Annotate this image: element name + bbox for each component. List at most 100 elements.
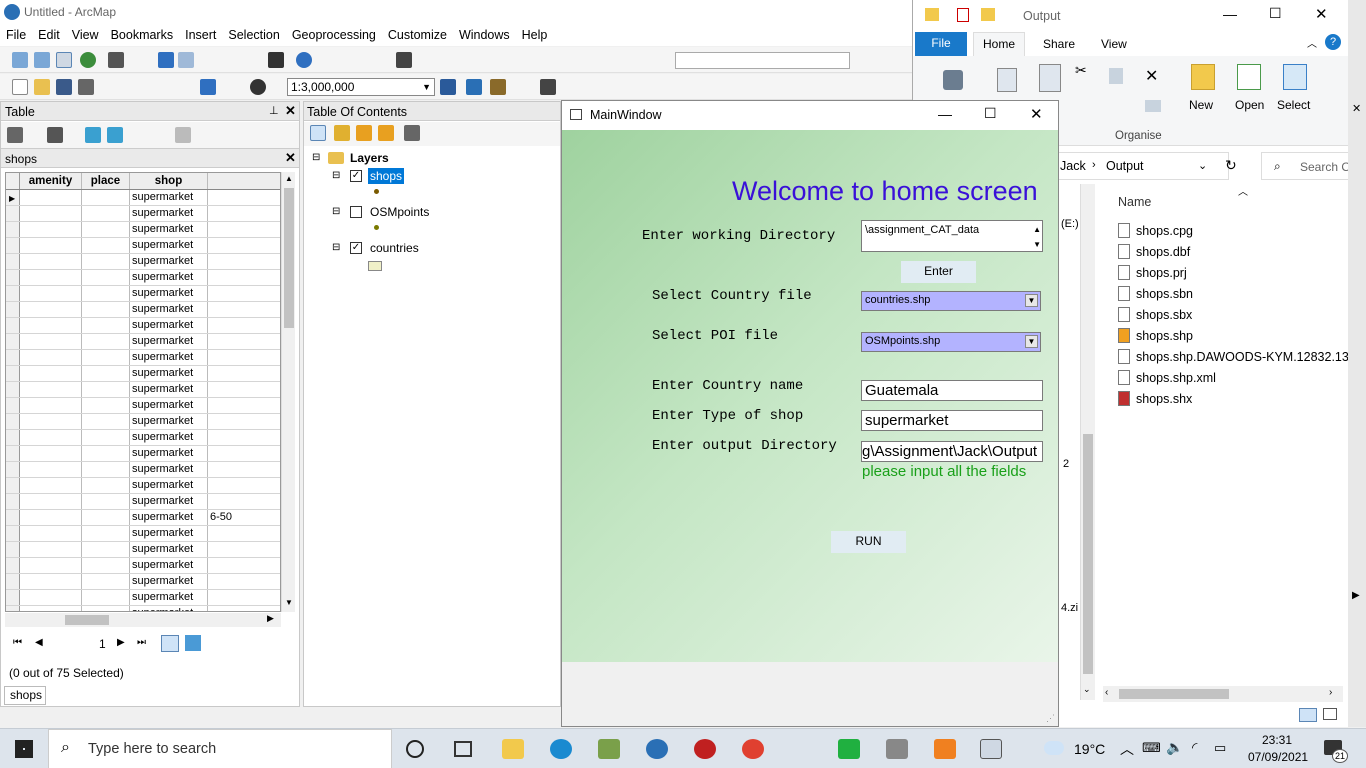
language-icon[interactable]: ▭ xyxy=(1214,740,1226,756)
cell-place[interactable] xyxy=(82,446,130,461)
table-row[interactable]: supermarket xyxy=(6,462,280,478)
select-button[interactable]: Select xyxy=(1277,62,1321,126)
cell-shop[interactable]: supermarket xyxy=(130,302,208,317)
show-selected-records-icon[interactable] xyxy=(185,635,201,651)
table-row[interactable]: supermarket xyxy=(6,590,280,606)
cell-place[interactable] xyxy=(82,190,130,205)
cell-amenity[interactable] xyxy=(20,350,82,365)
row-selector[interactable] xyxy=(6,526,20,541)
menu-view[interactable]: View xyxy=(66,24,105,46)
cell-amenity[interactable] xyxy=(20,510,82,525)
cell-amenity[interactable] xyxy=(20,430,82,445)
cell-shop[interactable]: supermarket xyxy=(130,398,208,413)
row-selector[interactable] xyxy=(6,350,20,365)
table-row[interactable]: supermarket xyxy=(6,574,280,590)
cell-extra[interactable] xyxy=(208,286,278,301)
catalog-icon[interactable] xyxy=(490,79,506,95)
collapse-osmpoints-icon[interactable]: ⊟ xyxy=(332,206,340,217)
nav-zip-item[interactable]: 4.zi xyxy=(1061,602,1078,614)
cell-extra[interactable] xyxy=(208,206,278,221)
cell-extra[interactable] xyxy=(208,382,278,397)
select-by-attributes-icon[interactable] xyxy=(85,127,101,143)
open-button[interactable]: Open xyxy=(1231,62,1269,126)
cell-shop[interactable]: supermarket xyxy=(130,222,208,237)
row-selector[interactable] xyxy=(6,366,20,381)
cell-extra[interactable] xyxy=(208,222,278,237)
menu-bookmarks[interactable]: Bookmarks xyxy=(105,24,180,46)
cell-shop[interactable]: supermarket xyxy=(130,590,208,605)
run-button[interactable]: RUN xyxy=(831,531,906,553)
table-row[interactable]: supermarket xyxy=(6,286,280,302)
cell-extra[interactable] xyxy=(208,414,278,429)
cell-shop[interactable]: supermarket xyxy=(130,446,208,461)
dependency-app-icon[interactable] xyxy=(838,739,860,759)
cell-shop[interactable]: supermarket xyxy=(130,510,208,525)
menu-edit[interactable]: Edit xyxy=(32,24,66,46)
task-view-icon[interactable] xyxy=(454,741,472,757)
chevron-down-icon[interactable]: ▼ xyxy=(422,79,431,95)
cell-amenity[interactable] xyxy=(20,414,82,429)
cell-amenity[interactable] xyxy=(20,382,82,397)
column-header-name[interactable]: Name xyxy=(1118,195,1151,209)
table-row[interactable]: supermarket xyxy=(6,206,280,222)
file-list-item[interactable]: shops.shx xyxy=(1118,391,1192,406)
collapse-shops-icon[interactable]: ⊟ xyxy=(332,170,340,181)
cell-place[interactable] xyxy=(82,526,130,541)
cell-extra[interactable] xyxy=(208,334,278,349)
collapse-layers-icon[interactable]: ⊟ xyxy=(312,152,320,163)
cell-amenity[interactable] xyxy=(20,270,82,285)
row-selector[interactable] xyxy=(6,238,20,253)
cell-shop[interactable]: supermarket xyxy=(130,462,208,477)
row-selector[interactable] xyxy=(6,462,20,477)
move-to-icon[interactable] xyxy=(1109,68,1123,84)
cell-amenity[interactable] xyxy=(20,286,82,301)
table-row[interactable]: supermarket xyxy=(6,318,280,334)
layer-osmpoints-label[interactable]: OSMpoints xyxy=(370,205,429,219)
cell-extra[interactable] xyxy=(208,270,278,285)
cell-extra[interactable] xyxy=(208,574,278,589)
row-selector[interactable] xyxy=(6,606,20,612)
file-list-item[interactable]: shops.dbf xyxy=(1118,244,1190,259)
country-name-input[interactable]: Guatemala xyxy=(861,380,1043,401)
cell-extra[interactable] xyxy=(208,558,278,573)
nav-scroll-down-icon[interactable]: ⌄ xyxy=(1083,684,1091,695)
cell-amenity[interactable] xyxy=(20,334,82,349)
clock-time[interactable]: 23:31 xyxy=(1262,733,1292,747)
cell-extra[interactable] xyxy=(208,590,278,605)
new-document-icon[interactable] xyxy=(12,79,28,95)
refresh-icon[interactable]: ↻ xyxy=(1225,157,1237,174)
row-selector[interactable] xyxy=(6,590,20,605)
country-file-select[interactable]: countries.shp ▼ xyxy=(861,291,1041,311)
cell-place[interactable] xyxy=(82,414,130,429)
table-row[interactable]: supermarket xyxy=(6,334,280,350)
menu-insert[interactable]: Insert xyxy=(179,24,222,46)
row-selector[interactable] xyxy=(6,318,20,333)
enter-button[interactable]: Enter xyxy=(901,261,976,283)
row-selector[interactable] xyxy=(6,574,20,589)
row-selector[interactable] xyxy=(6,446,20,461)
chevron-down-icon[interactable]: ▼ xyxy=(1025,294,1038,307)
cell-place[interactable] xyxy=(82,366,130,381)
forward-arrow-icon[interactable] xyxy=(178,52,194,68)
horizontal-scrollbar[interactable]: ▶ xyxy=(5,613,281,627)
cell-shop[interactable]: supermarket xyxy=(130,206,208,221)
menu-windows[interactable]: Windows xyxy=(453,24,516,46)
minimize-icon[interactable]: — xyxy=(938,106,952,122)
zoom-out-icon[interactable] xyxy=(34,52,50,68)
cell-extra[interactable] xyxy=(208,366,278,381)
table-row[interactable]: supermarket xyxy=(6,430,280,446)
cell-place[interactable] xyxy=(82,430,130,445)
layer-shops-label[interactable]: shops xyxy=(368,168,404,184)
table-row[interactable]: supermarket xyxy=(6,558,280,574)
row-selector[interactable] xyxy=(6,270,20,285)
spin-up-icon[interactable]: ▲ xyxy=(1033,222,1041,238)
cell-extra[interactable] xyxy=(208,478,278,493)
collapse-countries-icon[interactable]: ⊟ xyxy=(332,242,340,253)
delete-selected-icon[interactable] xyxy=(175,127,191,143)
row-selector[interactable]: ▶ xyxy=(6,190,20,205)
close-tab-icon[interactable]: ✕ xyxy=(285,150,296,166)
row-selector[interactable] xyxy=(6,510,20,525)
select-arrow-icon[interactable] xyxy=(268,52,284,68)
cell-amenity[interactable] xyxy=(20,526,82,541)
cell-shop[interactable]: supermarket xyxy=(130,574,208,589)
